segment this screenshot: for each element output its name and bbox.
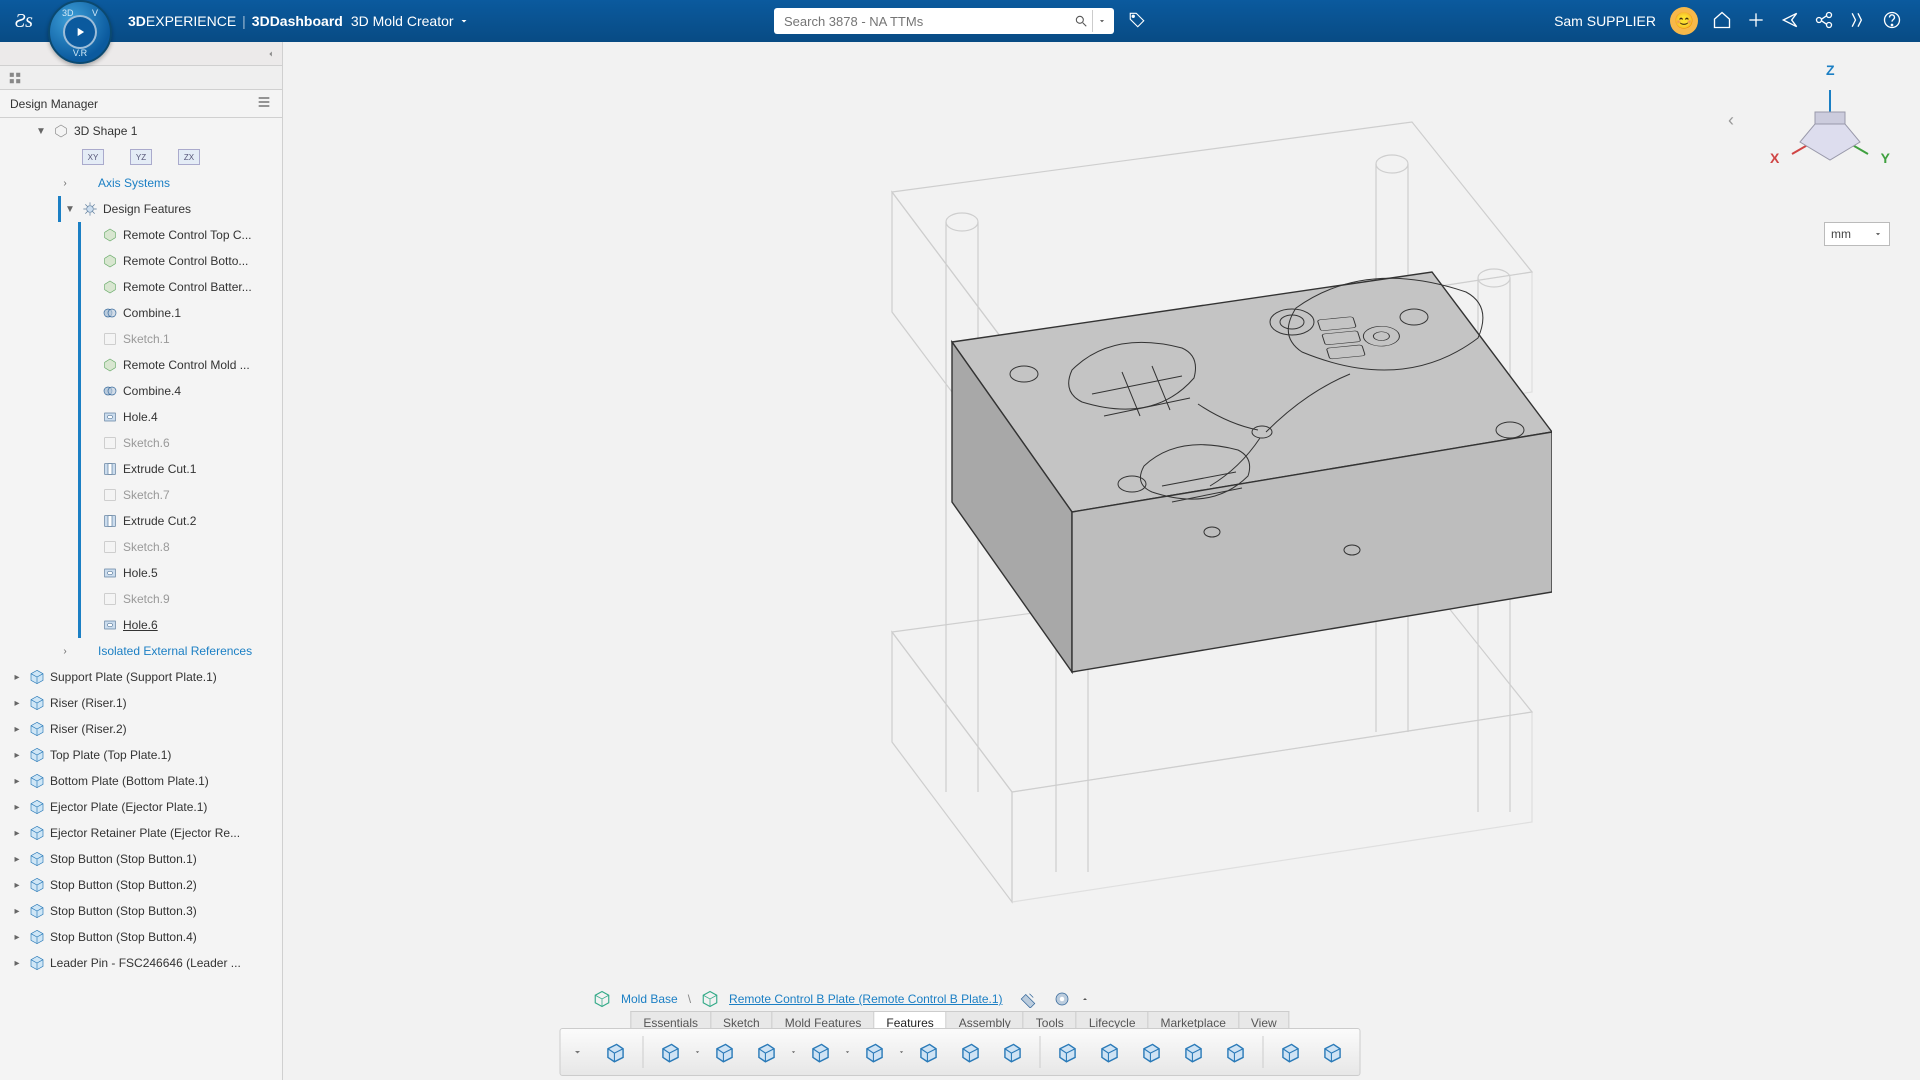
- tree-axis[interactable]: ›Axis Systems: [0, 170, 282, 196]
- tree-assembly-item[interactable]: ▸Riser (Riser.2): [0, 716, 282, 742]
- side-collapse-chevron[interactable]: ‹: [1728, 110, 1734, 131]
- panel-menu-icon[interactable]: [256, 94, 272, 113]
- compass[interactable]: 3DVV.R: [48, 0, 112, 64]
- tree-feature[interactable]: Sketch.7: [0, 482, 282, 508]
- cube-icon: [701, 990, 719, 1008]
- ifwe-icon[interactable]: [1848, 10, 1868, 33]
- user-name[interactable]: Sam SUPPLIER: [1554, 13, 1656, 29]
- app-dropdown[interactable]: 3D Mold Creator: [351, 13, 470, 29]
- tree-design-features[interactable]: ▼Design Features: [0, 196, 282, 222]
- tool-button[interactable]: [910, 1033, 948, 1071]
- tree-feature[interactable]: Remote Control Botto...: [0, 248, 282, 274]
- toolbar-options[interactable]: [569, 1033, 587, 1071]
- tree-feature[interactable]: Remote Control Batter...: [0, 274, 282, 300]
- tree-feature[interactable]: Sketch.8: [0, 534, 282, 560]
- home-icon[interactable]: [1712, 10, 1732, 33]
- add-icon[interactable]: [1746, 10, 1766, 33]
- tree-assembly-item[interactable]: ▸Stop Button (Stop Button.1): [0, 846, 282, 872]
- tag-icon[interactable]: [1128, 11, 1146, 32]
- tool-button[interactable]: [1314, 1033, 1352, 1071]
- tree-assembly-item[interactable]: ▸Top Plate (Top Plate.1): [0, 742, 282, 768]
- viewport-3d[interactable]: ‹ Z X Y mm: [283, 42, 1920, 1080]
- tree-feature[interactable]: Extrude Cut.2: [0, 508, 282, 534]
- tool-button[interactable]: [1217, 1033, 1255, 1071]
- tool-button[interactable]: [856, 1033, 894, 1071]
- feature-tree: ▼3D Shape 1XYYZZX›Axis Systems▼Design Fe…: [0, 118, 282, 1080]
- tree-feature[interactable]: Combine.1: [0, 300, 282, 326]
- cube-icon: [593, 990, 611, 1008]
- tool-button[interactable]: [1091, 1033, 1129, 1071]
- feature-toolbar: [560, 1028, 1361, 1076]
- tree-iso-refs[interactable]: ›Isolated External References: [0, 638, 282, 664]
- tool-button[interactable]: [706, 1033, 744, 1071]
- crumb-b-plate[interactable]: Remote Control B Plate (Remote Control B…: [729, 992, 1002, 1006]
- tree-assembly-item[interactable]: ▸Stop Button (Stop Button.2): [0, 872, 282, 898]
- tree-assembly-item[interactable]: ▸Bottom Plate (Bottom Plate.1): [0, 768, 282, 794]
- tool-dd[interactable]: [844, 1048, 852, 1056]
- tree-feature[interactable]: Hole.4: [0, 404, 282, 430]
- tree-assembly-item[interactable]: ▸Riser (Riser.1): [0, 690, 282, 716]
- avatar[interactable]: 😊: [1670, 7, 1698, 35]
- crumb-mold-base[interactable]: Mold Base: [621, 992, 678, 1006]
- tree-assembly-item[interactable]: ▸Ejector Plate (Ejector Plate.1): [0, 794, 282, 820]
- panel-collapse-strip[interactable]: [0, 42, 282, 66]
- tool-button[interactable]: [1175, 1033, 1213, 1071]
- tree-assembly-item[interactable]: ▸Stop Button (Stop Button.4): [0, 924, 282, 950]
- context-breadcrumb: Mold Base \ Remote Control B Plate (Remo…: [593, 990, 1089, 1008]
- search-input[interactable]: [784, 14, 1070, 29]
- tree-feature[interactable]: Sketch.6: [0, 430, 282, 456]
- top-right-group: Sam SUPPLIER 😊: [1554, 7, 1920, 35]
- crumb-tool2[interactable]: [1053, 990, 1071, 1008]
- tree-feature[interactable]: Sketch.1: [0, 326, 282, 352]
- tool-button[interactable]: [994, 1033, 1032, 1071]
- left-panel: Design Manager ▼3D Shape 1XYYZZX›Axis Sy…: [0, 42, 283, 1080]
- tree-assembly-item[interactable]: ▸Ejector Retainer Plate (Ejector Re...: [0, 820, 282, 846]
- tree-feature[interactable]: Remote Control Top C...: [0, 222, 282, 248]
- panel-title: Design Manager: [10, 97, 98, 111]
- tool-button[interactable]: [1133, 1033, 1171, 1071]
- collab-icon[interactable]: [1814, 10, 1834, 33]
- tree-feature[interactable]: Extrude Cut.1: [0, 456, 282, 482]
- search-icon[interactable]: [1070, 10, 1092, 32]
- tree-feature[interactable]: Combine.4: [0, 378, 282, 404]
- top-bar: Ƨs 3DVV.R 3DEXPERIENCE | 3DDashboard 3D …: [0, 0, 1920, 42]
- brand-title: 3DEXPERIENCE | 3DDashboard: [128, 13, 343, 29]
- tool-button[interactable]: [652, 1033, 690, 1071]
- tool-button[interactable]: [748, 1033, 786, 1071]
- plane-row[interactable]: XYYZZX: [0, 144, 282, 170]
- search-scope-dropdown[interactable]: [1092, 10, 1110, 32]
- panel-tab[interactable]: [0, 66, 282, 90]
- tool-button[interactable]: [802, 1033, 840, 1071]
- tool-button[interactable]: [597, 1033, 635, 1071]
- tree-assembly-item[interactable]: ▸Leader Pin - FSC246646 (Leader ...: [0, 950, 282, 976]
- share-icon[interactable]: [1780, 10, 1800, 33]
- crumb-dd[interactable]: [1081, 995, 1089, 1003]
- tree-feature[interactable]: Remote Control Mold ...: [0, 352, 282, 378]
- tree-assembly-item[interactable]: ▸Support Plate (Support Plate.1): [0, 664, 282, 690]
- tree-assembly-item[interactable]: ▸Stop Button (Stop Button.3): [0, 898, 282, 924]
- tool-button[interactable]: [1049, 1033, 1087, 1071]
- help-icon[interactable]: [1882, 10, 1902, 33]
- tool-dd[interactable]: [898, 1048, 906, 1056]
- tool-button[interactable]: [1272, 1033, 1310, 1071]
- unit-dropdown[interactable]: mm: [1824, 222, 1890, 246]
- ds-logo[interactable]: Ƨs: [0, 0, 48, 42]
- mold-model: [652, 72, 1552, 932]
- search-box[interactable]: [774, 8, 1114, 34]
- tool-button[interactable]: [952, 1033, 990, 1071]
- tree-feature[interactable]: Hole.5: [0, 560, 282, 586]
- tree-feature[interactable]: Hole.6: [0, 612, 282, 638]
- tree-feature[interactable]: Sketch.9: [0, 586, 282, 612]
- tree-root[interactable]: ▼3D Shape 1: [0, 118, 282, 144]
- tool-dd[interactable]: [790, 1048, 798, 1056]
- view-triad[interactable]: Z X Y: [1770, 62, 1890, 212]
- crumb-tool1[interactable]: [1019, 990, 1037, 1008]
- tool-dd[interactable]: [694, 1048, 702, 1056]
